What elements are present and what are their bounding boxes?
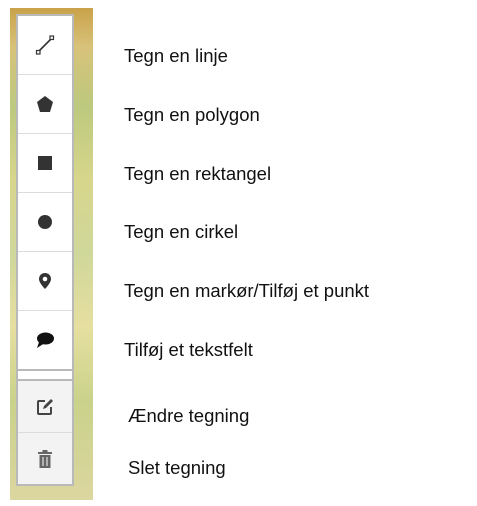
draw-tools-group [18,14,72,371]
marker-icon [39,273,51,289]
draw-circle-button[interactable] [18,193,72,252]
label-draw-rectangle: Tegn en rektangel [124,163,272,184]
draw-toolbar [16,14,74,486]
delete-drawing-button[interactable] [18,433,72,484]
polygon-icon [37,96,53,112]
draw-marker-button[interactable] [18,252,72,311]
rectangle-icon [38,156,52,170]
label-add-textfield: Tilføj et tekstfelt [124,339,253,360]
label-draw-marker: Tegn en markør/Tilføj et punkt [124,280,370,301]
draw-rectangle-button[interactable] [18,134,72,193]
label-delete-drawing: Slet tegning [128,457,226,478]
edit-tools-group [18,379,72,486]
draw-line-button[interactable] [18,16,72,75]
circle-icon [38,215,52,229]
trash-icon [38,449,52,468]
polyline-icon [35,35,55,55]
draw-polygon-button[interactable] [18,75,72,134]
speech-bubble-icon [37,332,54,348]
add-textfield-button[interactable] [18,311,72,369]
label-draw-line: Tegn en linje [124,45,228,66]
label-edit-drawing: Ændre tegning [128,405,250,426]
edit-icon [37,398,53,415]
edit-drawing-button[interactable] [18,381,72,433]
label-draw-polygon: Tegn en polygon [124,104,260,125]
label-draw-circle: Tegn en cirkel [124,221,239,242]
